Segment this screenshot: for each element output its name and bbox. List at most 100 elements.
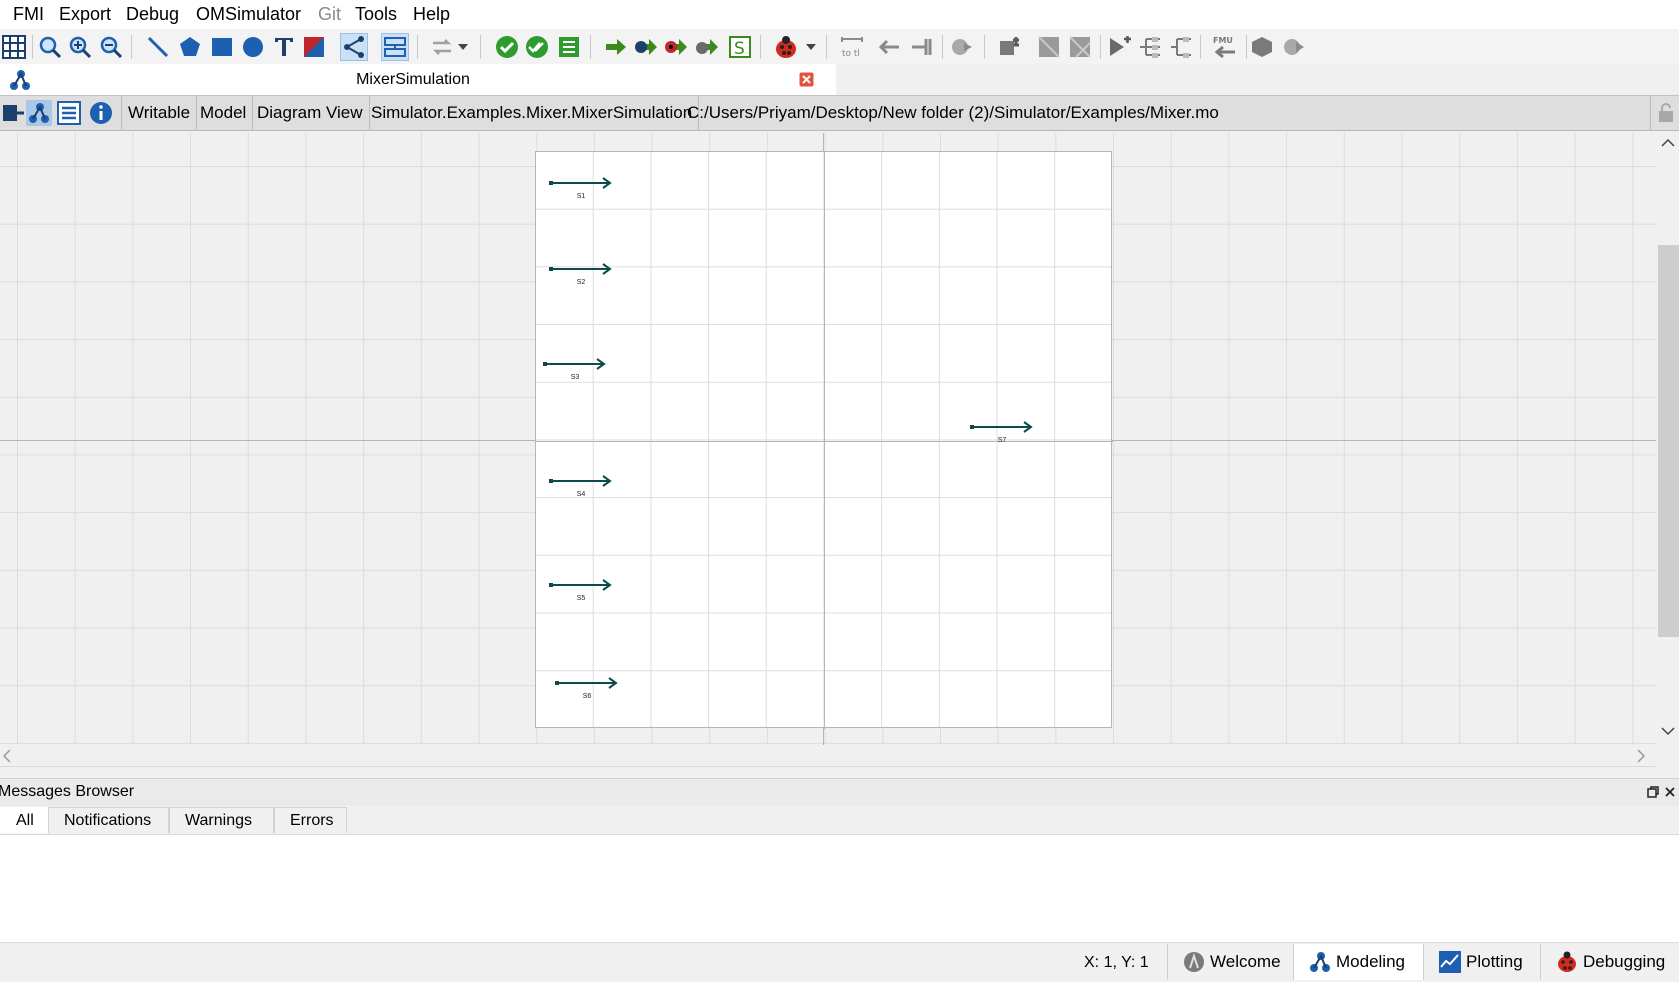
menu-bar: FMI Export Debug OMSimulator Git Tools H… [0,0,1679,29]
simulate-oms-icon[interactable] [1280,33,1308,61]
add-submodel-icon[interactable] [995,33,1023,61]
close-icon[interactable] [799,72,814,87]
import-fmu-icon[interactable]: FMU [1210,33,1238,61]
float-panel-icon[interactable] [1647,786,1659,798]
debugger-dropdown-icon[interactable] [803,33,819,61]
component-s5[interactable]: S5 [549,579,613,602]
simulation-setup-icon[interactable]: S [726,33,754,61]
tab-errors[interactable]: Errors [274,807,347,833]
perspective-modeling[interactable]: Modeling [1293,944,1423,980]
polygon-tool-icon[interactable] [176,33,204,61]
messages-list [0,835,1679,942]
vertical-scrollbar[interactable] [1656,133,1679,745]
component-label: S3 [570,374,580,381]
fit-to-diagram-icon[interactable]: to tl [838,33,866,61]
zoom-reset-icon[interactable] [36,33,64,61]
plotting-icon [1438,950,1462,974]
cursor-coordinates: X: 1, Y: 1 [1084,954,1149,971]
simulate-with-animation-icon[interactable] [693,33,721,61]
add-connector-icon[interactable] [1136,33,1164,61]
perspective-plotting[interactable]: Plotting [1423,944,1540,980]
add-tlm-connector-icon[interactable] [1167,33,1195,61]
view-type-label: Diagram View [251,96,370,130]
add-tlm-bus-icon[interactable] [1106,33,1134,61]
align-center-icon[interactable] [908,33,936,61]
menu-debug[interactable]: Debug [126,4,179,25]
scroll-left-icon[interactable] [2,749,12,763]
tab-warnings[interactable]: Warnings [169,807,274,833]
perspective-welcome[interactable]: Welcome [1167,944,1293,980]
svg-text:S: S [734,39,745,59]
perspective-label: Debugging [1583,952,1666,971]
component-s7[interactable]: S7 [970,421,1034,444]
simulate-icon[interactable] [602,33,630,61]
vertical-scroll-thumb[interactable] [1658,245,1679,637]
messages-browser-title: Messages Browser [0,783,135,800]
diagram-view-icon[interactable] [26,100,52,126]
simulate-with-algorithmic-debugger-icon[interactable] [662,33,690,61]
restriction-label: Model [194,96,254,130]
perspective-label: Welcome [1210,952,1281,971]
tab-all[interactable]: All [0,807,48,833]
check-all-models-icon[interactable] [523,33,551,61]
chevron-down-icon[interactable] [455,33,471,61]
component-label: S2 [576,279,586,286]
export-icon[interactable] [948,33,976,61]
menu-help[interactable]: Help [413,4,450,25]
document-title-bar: MixerSimulation [0,64,836,96]
bitmap-tool-icon[interactable] [300,33,328,61]
component-s6[interactable]: S6 [555,677,619,700]
perspective-label: Plotting [1466,952,1523,971]
transition-mode-icon[interactable] [381,33,409,61]
swap-icon[interactable] [428,33,456,61]
component-s1[interactable]: S1 [549,177,613,200]
close-panel-icon[interactable] [1664,786,1676,798]
messages-browser: Messages Browser All Notifications Warni… [0,778,1679,942]
scroll-down-icon[interactable] [1661,726,1675,736]
diagram-canvas[interactable]: S1 S2 S3 S4 S5 S6 S7 [0,133,1656,745]
text-view-icon[interactable] [56,100,82,126]
component-label: S4 [576,491,586,498]
menu-omsimulator[interactable]: OMSimulator [196,4,301,25]
line-tool-icon[interactable] [144,33,172,61]
ssp-icon[interactable] [1248,33,1276,61]
welcome-icon [1182,950,1206,974]
text-tool-icon[interactable] [270,33,298,61]
svg-text:FMU: FMU [1213,36,1233,45]
menu-fmi[interactable]: FMI [13,4,44,25]
instantiate-model-icon[interactable] [555,33,583,61]
lock-icon[interactable] [1650,96,1679,130]
perspective-debugging[interactable]: Debugging [1540,944,1679,980]
messages-browser-header: Messages Browser [0,778,1679,806]
scroll-up-icon[interactable] [1661,138,1675,148]
menu-git[interactable]: Git [318,4,341,25]
messages-tabbar: All Notifications Warnings Errors [0,806,1679,835]
horizontal-scrollbar[interactable] [0,745,1656,767]
zoom-out-icon[interactable] [97,33,125,61]
add-bus-icon[interactable] [1035,33,1063,61]
scroll-right-icon[interactable] [1636,749,1646,763]
icon-view-icon[interactable] [0,100,26,126]
tab-notifications[interactable]: Notifications [48,807,169,833]
component-s2[interactable]: S2 [549,263,613,286]
component-label: S7 [997,437,1007,444]
ellipse-tool-icon[interactable] [239,33,267,61]
align-left-icon[interactable] [877,33,905,61]
zoom-in-icon[interactable] [66,33,94,61]
simulate-with-transformational-debugger-icon[interactable] [632,33,660,61]
perspective-label: Modeling [1336,952,1405,971]
connect-mode-icon[interactable] [340,33,368,61]
edit-bus-icon[interactable] [1066,33,1094,61]
component-s3[interactable]: S3 [543,358,607,381]
document-title: MixerSimulation [356,71,470,88]
menu-tools[interactable]: Tools [355,4,397,25]
documentation-view-icon[interactable] [88,100,114,126]
component-s4[interactable]: S4 [549,475,613,498]
file-path-label: C:/Users/Priyam/Desktop/New folder (2)/S… [687,103,1219,122]
check-model-icon[interactable] [493,33,521,61]
debugger-icon[interactable] [772,33,800,61]
grid-icon[interactable] [0,33,28,61]
rectangle-tool-icon[interactable] [208,33,236,61]
debugging-icon [1555,950,1579,974]
menu-export[interactable]: Export [59,4,111,25]
